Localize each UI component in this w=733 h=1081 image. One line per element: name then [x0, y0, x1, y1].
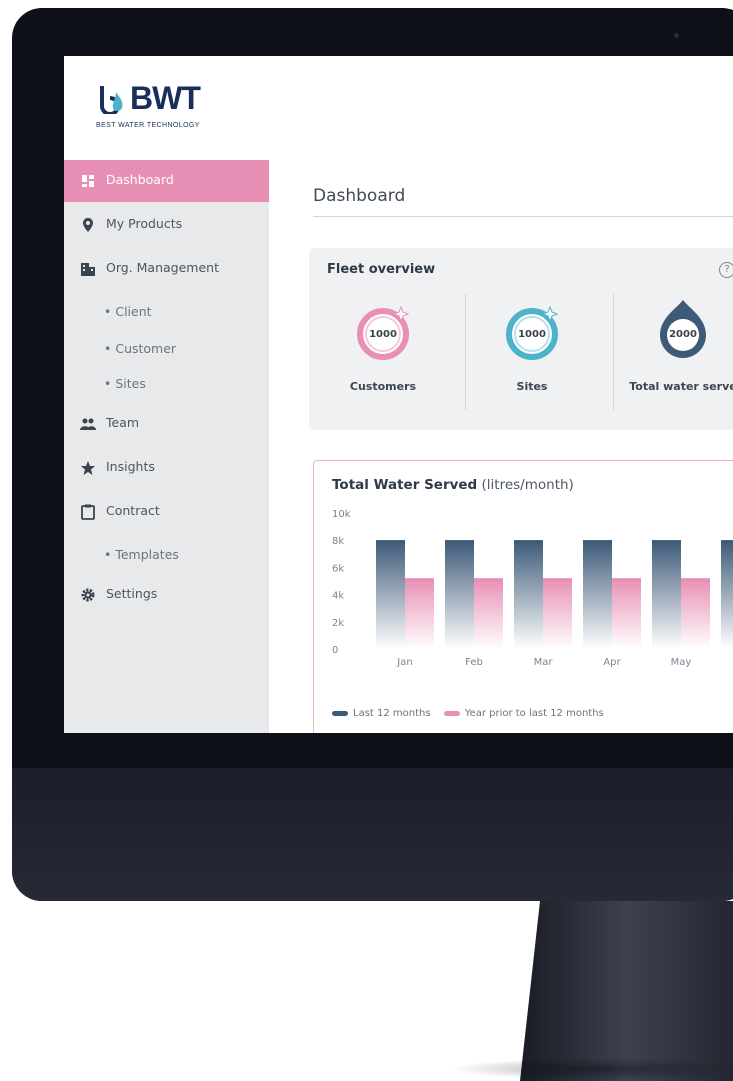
x-tick-label: Feb [465, 657, 483, 668]
sidebar-item-label: Contract [106, 503, 160, 518]
bar-top-cap [721, 540, 733, 544]
page-title: Dashboard [313, 186, 406, 206]
legend-item-last-12[interactable]: Last 12 months [332, 708, 431, 719]
app-screen: BWT BEST WATER TECHNOLOGY Dashboard My P… [64, 56, 733, 733]
clipboard-icon [81, 504, 95, 520]
star-icon [81, 461, 95, 475]
sidebar-item-my-products[interactable]: My Products [64, 204, 269, 246]
logo-wordmark: BWT [130, 80, 201, 116]
x-tick-label: Apr [603, 657, 621, 668]
bar-top-cap [681, 578, 710, 582]
bar-year-prior-Apr[interactable] [612, 578, 641, 649]
sidebar: Dashboard My Products Org. Management • … [64, 160, 269, 733]
sidebar-item-insights[interactable]: Insights [64, 447, 269, 489]
legend-label: Year prior to last 12 months [464, 708, 604, 719]
bar-top-cap [405, 578, 434, 582]
bar-last-12-months-Feb[interactable] [445, 540, 474, 649]
sidebar-subitem-sites[interactable]: • Sites [104, 376, 146, 391]
stat-total-water[interactable]: 2000 Total water serve [617, 288, 733, 418]
bar-year-prior-May[interactable] [681, 578, 710, 649]
stat-value: 1000 [369, 329, 397, 340]
x-tick-label: Mar [534, 657, 554, 668]
sidebar-subitem-customer[interactable]: • Customer [104, 341, 176, 356]
bar-top-cap [543, 578, 572, 582]
bar-last-12-months-Mar[interactable] [514, 540, 543, 649]
sidebar-item-label: Dashboard [106, 172, 174, 187]
legend-item-year-prior[interactable]: Year prior to last 12 months [443, 708, 604, 719]
dashboard-icon [82, 175, 94, 187]
y-tick-label: 8k [332, 536, 344, 547]
sidebar-subitem-client[interactable]: • Client [104, 304, 152, 319]
y-tick-label: 6k [332, 563, 344, 574]
sidebar-item-label: Insights [106, 459, 155, 474]
bar-year-prior-Jan[interactable] [405, 578, 434, 649]
bar-top-cap [612, 578, 641, 582]
water-drop-logo-icon [100, 86, 123, 114]
building-icon [81, 263, 95, 276]
map-pin-icon [83, 218, 93, 232]
bar-top-cap [445, 540, 474, 544]
sidebar-subitem-templates[interactable]: • Templates [104, 547, 179, 562]
stat-label: Total water serve [629, 380, 733, 393]
x-tick-label: May [671, 657, 692, 668]
stat-divider [613, 294, 614, 410]
sidebar-item-label: Team [106, 415, 140, 430]
chart-title-main: Total Water Served [332, 477, 478, 493]
sidebar-item-label: My Products [106, 216, 183, 231]
total-water-chart-card: Total Water Served (litres/month) 0 2k 4k 6… [313, 460, 733, 733]
sidebar-item-label: Settings [106, 586, 158, 601]
stand-shadow [450, 1058, 733, 1080]
gear-icon [81, 588, 95, 602]
bar-year-prior-Mar[interactable] [543, 578, 572, 649]
x-tick-label: Jan [396, 657, 412, 668]
monitor-stand [520, 901, 733, 1081]
chart-title-unit: (litres/month) [481, 477, 574, 493]
stat-customers[interactable]: 1000 Customers [317, 288, 447, 418]
y-tick-label: 4k [332, 591, 344, 602]
bar-last-12-months-partial[interactable] [721, 540, 733, 649]
y-tick-label: 10k [332, 509, 351, 520]
main-content: Dashboard Fleet overview ? 1000 Customer… [269, 160, 733, 733]
sidebar-item-label: Org. Management [106, 260, 219, 275]
help-icon[interactable]: ? [719, 262, 733, 278]
app-header: BWT BEST WATER TECHNOLOGY [64, 56, 733, 161]
sidebar-item-team[interactable]: Team [64, 403, 269, 445]
legend-swatch [443, 710, 460, 716]
sidebar-item-dashboard[interactable]: Dashboard [64, 160, 269, 202]
sidebar-item-org-management[interactable]: Org. Management [64, 248, 269, 290]
team-icon [80, 418, 96, 430]
sidebar-item-settings[interactable]: Settings [64, 574, 269, 616]
bwt-logo[interactable]: BWT BEST WATER TECHNOLOGY [94, 80, 244, 140]
legend-swatch [332, 710, 348, 716]
bar-last-12-months-Jan[interactable] [376, 540, 405, 649]
camera-dot [674, 33, 679, 38]
fleet-overview-card: Fleet overview ? 1000 Customers 1000 Sit… [309, 248, 733, 430]
stat-value: 2000 [669, 329, 697, 340]
bar-top-cap [474, 578, 503, 582]
bar-top-cap [583, 540, 612, 544]
chart-title: Total Water Served (litres/month) [332, 477, 574, 493]
stat-value: 1000 [518, 329, 546, 340]
bar-last-12-months-Apr[interactable] [583, 540, 612, 649]
bar-top-cap [376, 540, 405, 544]
sidebar-item-contract[interactable]: Contract [64, 491, 269, 533]
y-tick-label: 2k [332, 618, 344, 629]
y-tick-label: 0 [332, 645, 338, 656]
monitor-chin [12, 768, 733, 901]
bar-top-cap [652, 540, 681, 544]
bar-top-cap [514, 540, 543, 544]
title-divider [313, 216, 733, 217]
chart-legend: Last 12 months Year prior to last 12 mon… [332, 708, 614, 719]
stat-label: Sites [516, 380, 548, 393]
fleet-overview-title: Fleet overview [327, 262, 436, 277]
bar-year-prior-Feb[interactable] [474, 578, 503, 649]
water-served-bar-chart: 0 2k 4k 6k 8k 10k Jan Feb Mar Apr May [332, 509, 733, 668]
legend-label: Last 12 months [353, 708, 431, 719]
stat-sites[interactable]: 1000 Sites [466, 288, 596, 418]
logo-tagline: BEST WATER TECHNOLOGY [96, 122, 200, 129]
bar-last-12-months-May[interactable] [652, 540, 681, 649]
stat-label: Customers [349, 380, 417, 393]
